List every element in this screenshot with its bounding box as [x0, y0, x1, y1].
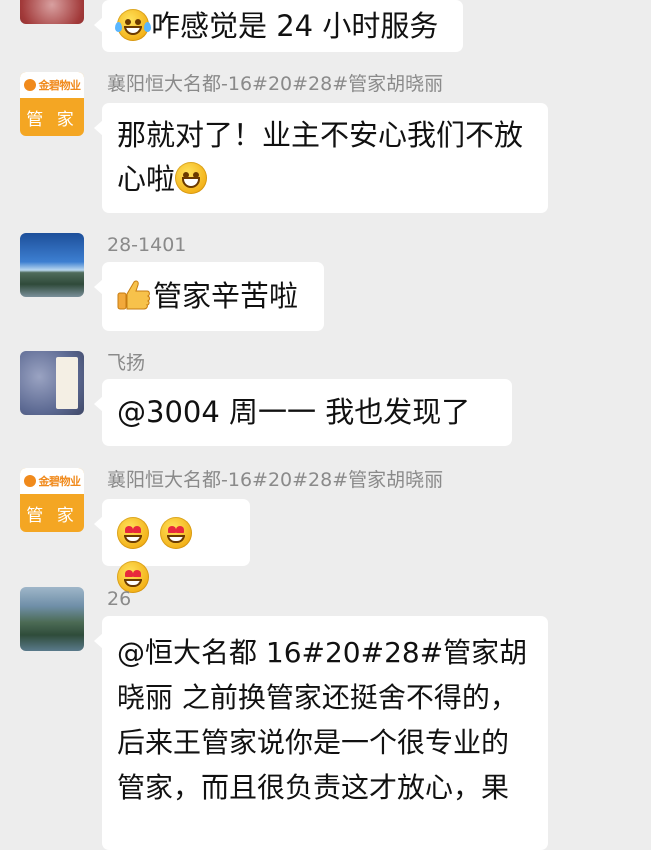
- heart-eyes-emoji: [117, 517, 149, 549]
- sender-name: 襄阳恒大名都-16#20#28#管家胡晓丽: [107, 73, 444, 95]
- sender-name: 襄阳恒大名都-16#20#28#管家胡晓丽: [107, 469, 444, 491]
- heart-eyes-emoji: [160, 517, 193, 549]
- message-bubble[interactable]: @恒大名都 16#20#28#管家胡 晓丽 之前换管家还挺舍不得的， 后来王管家…: [94, 616, 548, 850]
- sender-name: 飞扬: [107, 352, 146, 374]
- message-text: 管家辛苦啦: [153, 279, 299, 313]
- brand-name: 金碧物业: [38, 79, 82, 92]
- thumbs-up-emoji: [117, 280, 150, 310]
- avatar[interactable]: 金碧物业 管 家: [20, 72, 84, 136]
- message-bubble[interactable]: 那就对了！业主不安心我们不放 心啦: [94, 103, 548, 213]
- property-logo: 金碧物业 管 家: [20, 468, 84, 532]
- message-text: 那就对了！业主不安心我们不放: [117, 118, 524, 152]
- avatar[interactable]: [20, 233, 84, 297]
- avatar[interactable]: 金碧物业 管 家: [20, 468, 84, 532]
- message-text: @3004 周一一 我也发现了: [117, 395, 471, 429]
- message-bubble[interactable]: [94, 499, 250, 593]
- sender-name: 28-1401: [107, 234, 187, 256]
- message-text: 管家，而且很负责这才放心，果: [117, 771, 510, 804]
- message-text: 后来王管家说你是一个很专业的: [117, 726, 510, 759]
- avatar-label: 管 家: [26, 109, 78, 130]
- brand-name: 金碧物业: [38, 475, 82, 488]
- avatar[interactable]: [20, 0, 84, 24]
- message-text: @恒大名都 16#20#28#管家胡: [117, 636, 528, 669]
- laughing-tears-emoji: [115, 9, 151, 41]
- message-bubble[interactable]: @3004 周一一 我也发现了: [94, 379, 512, 446]
- avatar[interactable]: [20, 587, 84, 651]
- message-text: 晓丽 之前换管家还挺舍不得的，: [117, 681, 518, 714]
- brand-mark-icon: [23, 79, 36, 91]
- grinning-emoji: [175, 162, 208, 194]
- avatar-label: 管 家: [26, 505, 78, 526]
- message-bubble[interactable]: 咋感觉是 24 小时服务: [94, 0, 463, 52]
- message-text: 心啦: [117, 162, 176, 196]
- brand-mark-icon: [23, 475, 36, 487]
- property-logo: 金碧物业 管 家: [20, 72, 84, 136]
- sender-name: 26: [107, 588, 132, 610]
- message-text: 咋感觉是 24 小时服务: [151, 9, 439, 43]
- message-bubble[interactable]: 管家辛苦啦: [94, 262, 324, 331]
- book-cover-icon: [56, 357, 78, 409]
- avatar[interactable]: [20, 351, 84, 415]
